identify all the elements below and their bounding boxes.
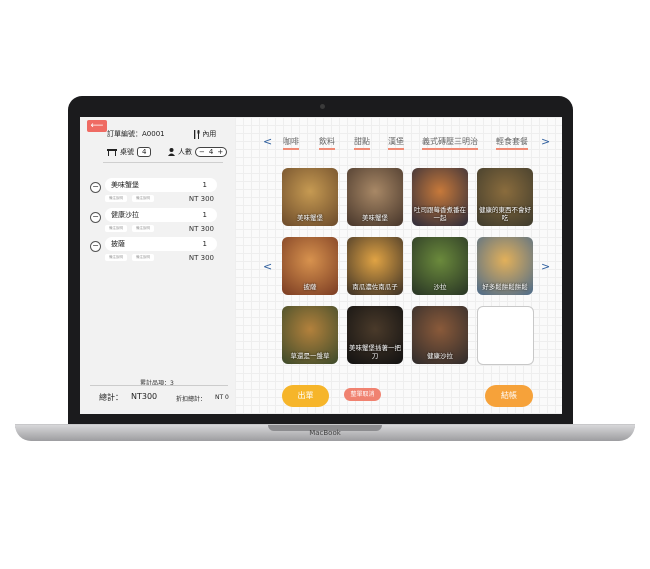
- tab-burgers[interactable]: 漢堡: [388, 136, 404, 150]
- dine-in-indicator[interactable]: 內用: [193, 129, 216, 139]
- tab-coffee[interactable]: 咖啡: [283, 136, 299, 150]
- order-item-qty: 1: [202, 240, 207, 248]
- table-label: 桌號: [120, 148, 134, 156]
- order-item-price: NT 300: [188, 254, 214, 262]
- note-tag[interactable]: 備注說明: [105, 225, 127, 232]
- order-item: − 披薩 1 備注說明 備注說明 NT 300: [88, 237, 228, 277]
- note-tag[interactable]: 備注說明: [105, 195, 127, 202]
- table-number-row: 桌號 4: [107, 147, 152, 157]
- menu-item-card[interactable]: 吐司跟莓香煮番在一起: [412, 168, 468, 226]
- people-label: 人數: [178, 148, 192, 156]
- menu-item-card[interactable]: 披薩: [282, 237, 338, 295]
- menu-item-label: 美味蟹堡: [297, 214, 323, 222]
- tab-light-meals[interactable]: 輕食套餐: [496, 136, 528, 150]
- tabs-next-arrow-icon[interactable]: >: [541, 135, 550, 148]
- note-tag[interactable]: 備注說明: [132, 254, 154, 261]
- pos-screen: ⟵ 訂單編號：A0001 內用 桌號 4 人數 − 4 + − 美味蟹堡 1 備…: [80, 117, 562, 414]
- order-item-pill[interactable]: 健康沙拉 1: [105, 208, 217, 222]
- back-button[interactable]: ⟵: [87, 120, 107, 132]
- order-panel: ⟵ 訂單編號：A0001 內用 桌號 4 人數 − 4 + − 美味蟹堡 1 備…: [80, 117, 235, 414]
- remove-item-button[interactable]: −: [90, 182, 101, 193]
- remove-item-button[interactable]: −: [90, 212, 101, 223]
- person-icon: [168, 148, 175, 156]
- tab-panini[interactable]: 義式磚壓三明治: [422, 136, 478, 150]
- people-count-row: 人數 − 4 +: [168, 147, 228, 157]
- tabs-prev-arrow-icon[interactable]: <: [263, 135, 272, 148]
- menu-item-card[interactable]: 好多鬆餅鬆餅鬆: [477, 237, 533, 295]
- menu-item-label: 南瓜濃佐南瓜子: [352, 283, 398, 291]
- menu-item-label: 健康的東西不會好吃: [479, 206, 531, 222]
- note-tag[interactable]: 備注說明: [132, 195, 154, 202]
- decrement-button[interactable]: −: [199, 148, 205, 156]
- empty-menu-slot: [477, 306, 534, 365]
- menu-item-card[interactable]: 草還是一盤草: [282, 306, 338, 364]
- cancel-order-button[interactable]: 整單取消: [344, 388, 381, 401]
- people-value: 4: [208, 148, 214, 156]
- menu-item-label: 披薩: [303, 283, 317, 291]
- grid-next-arrow-icon[interactable]: >: [541, 260, 550, 273]
- laptop-brand: MacBook: [309, 429, 341, 437]
- menu-item-card[interactable]: 南瓜濃佐南瓜子: [347, 237, 403, 295]
- order-item-qty: 1: [202, 211, 207, 219]
- menu-item-card[interactable]: 沙拉: [412, 237, 468, 295]
- menu-item-label: 健康沙拉: [427, 352, 453, 360]
- menu-item-label: 美味蟹堡插著一把刀: [349, 344, 401, 360]
- table-number-field[interactable]: 4: [137, 147, 152, 157]
- back-arrow-icon: ⟵: [90, 121, 104, 131]
- total-value: NT300: [131, 392, 158, 401]
- menu-item-label: 吐司跟莓香煮番在一起: [414, 206, 466, 222]
- people-stepper[interactable]: − 4 +: [195, 147, 228, 157]
- table-icon: [107, 148, 117, 156]
- order-item-price: NT 300: [188, 195, 214, 203]
- order-item-name: 健康沙拉: [111, 211, 139, 219]
- menu-item-card[interactable]: 美味蟹堡: [282, 168, 338, 226]
- grid-prev-arrow-icon[interactable]: <: [263, 260, 272, 273]
- order-number: 訂單編號：A0001: [107, 130, 165, 138]
- utensils-icon: [194, 129, 200, 139]
- menu-item-label: 草還是一盤草: [290, 352, 330, 360]
- divider: [90, 385, 228, 386]
- order-item-price: NT 300: [188, 225, 214, 233]
- menu-panel: < 咖啡 飲料 甜點 漢堡 義式磚壓三明治 輕食套餐 > < > 美味蟹堡美味蟹…: [235, 117, 562, 414]
- note-tag[interactable]: 備注說明: [105, 254, 127, 261]
- remove-item-button[interactable]: −: [90, 241, 101, 252]
- menu-item-card[interactable]: 健康沙拉: [412, 306, 468, 364]
- total-label: 總計：: [99, 393, 123, 402]
- order-item-pill[interactable]: 美味蟹堡 1: [105, 178, 217, 192]
- tab-desserts[interactable]: 甜點: [354, 136, 370, 150]
- discount-value: NT 0: [215, 394, 229, 401]
- note-tag[interactable]: 備注說明: [132, 225, 154, 232]
- order-item-name: 披薩: [111, 240, 125, 248]
- menu-item-label: 沙拉: [433, 283, 447, 291]
- divider: [103, 162, 223, 163]
- tab-drinks[interactable]: 飲料: [319, 136, 335, 150]
- menu-item-label: 美味蟹堡: [362, 214, 388, 222]
- menu-item-card[interactable]: 美味蟹堡插著一把刀: [347, 306, 403, 364]
- increment-button[interactable]: +: [217, 148, 223, 156]
- order-item-qty: 1: [202, 181, 207, 189]
- discount-label: 折扣總計：: [176, 396, 207, 403]
- dine-in-label: 內用: [202, 130, 217, 138]
- checkout-button[interactable]: 結帳: [485, 385, 533, 407]
- menu-item-card[interactable]: 健康的東西不會好吃: [477, 168, 533, 226]
- print-order-button[interactable]: 出單: [282, 385, 329, 407]
- camera-icon: [320, 104, 325, 109]
- menu-item-label: 好多鬆餅鬆餅鬆: [482, 283, 528, 291]
- menu-item-card[interactable]: 美味蟹堡: [347, 168, 403, 226]
- order-item-name: 美味蟹堡: [111, 181, 139, 189]
- order-item-pill[interactable]: 披薩 1: [105, 237, 217, 251]
